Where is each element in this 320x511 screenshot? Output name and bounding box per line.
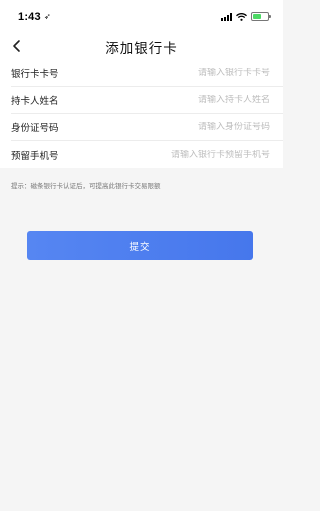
form-row-cardholder-name[interactable]: 持卡人姓名	[11, 87, 283, 114]
location-arrow-icon: ➶	[44, 12, 51, 21]
top-section: 1:43 ➶ 添加银行卡	[0, 0, 283, 60]
form-row-id-number[interactable]: 身份证号码	[11, 114, 283, 141]
id-number-input[interactable]	[101, 122, 270, 132]
bank-card-form: 银行卡卡号 持卡人姓名 身份证号码 预留手机号	[0, 60, 283, 168]
id-number-label: 身份证号码	[11, 123, 59, 134]
battery-icon	[251, 12, 271, 21]
navigation-bar: 添加银行卡	[0, 33, 283, 60]
card-number-label: 银行卡卡号	[11, 69, 59, 80]
reserved-phone-label: 预留手机号	[11, 150, 59, 162]
status-indicators	[221, 12, 271, 21]
card-number-input[interactable]	[101, 68, 270, 78]
hint-text: 提示：磁条银行卡认证后，可提高此银行卡交易限额	[11, 182, 161, 190]
wifi-icon	[236, 12, 247, 21]
battery-level	[253, 14, 261, 19]
cardholder-name-label: 持卡人姓名	[11, 96, 59, 107]
status-bar: 1:43 ➶	[0, 0, 283, 33]
reserved-phone-input[interactable]	[101, 149, 270, 160]
form-row-reserved-phone[interactable]: 预留手机号	[11, 141, 283, 168]
cardholder-name-input[interactable]	[101, 95, 270, 105]
submit-button[interactable]: 提交	[27, 231, 253, 260]
status-time: 1:43	[18, 11, 41, 23]
signal-icon	[221, 12, 232, 21]
form-row-card-number[interactable]: 银行卡卡号	[11, 60, 283, 87]
chevron-left-icon[interactable]	[9, 38, 25, 54]
page-title: 添加银行卡	[105, 40, 178, 57]
